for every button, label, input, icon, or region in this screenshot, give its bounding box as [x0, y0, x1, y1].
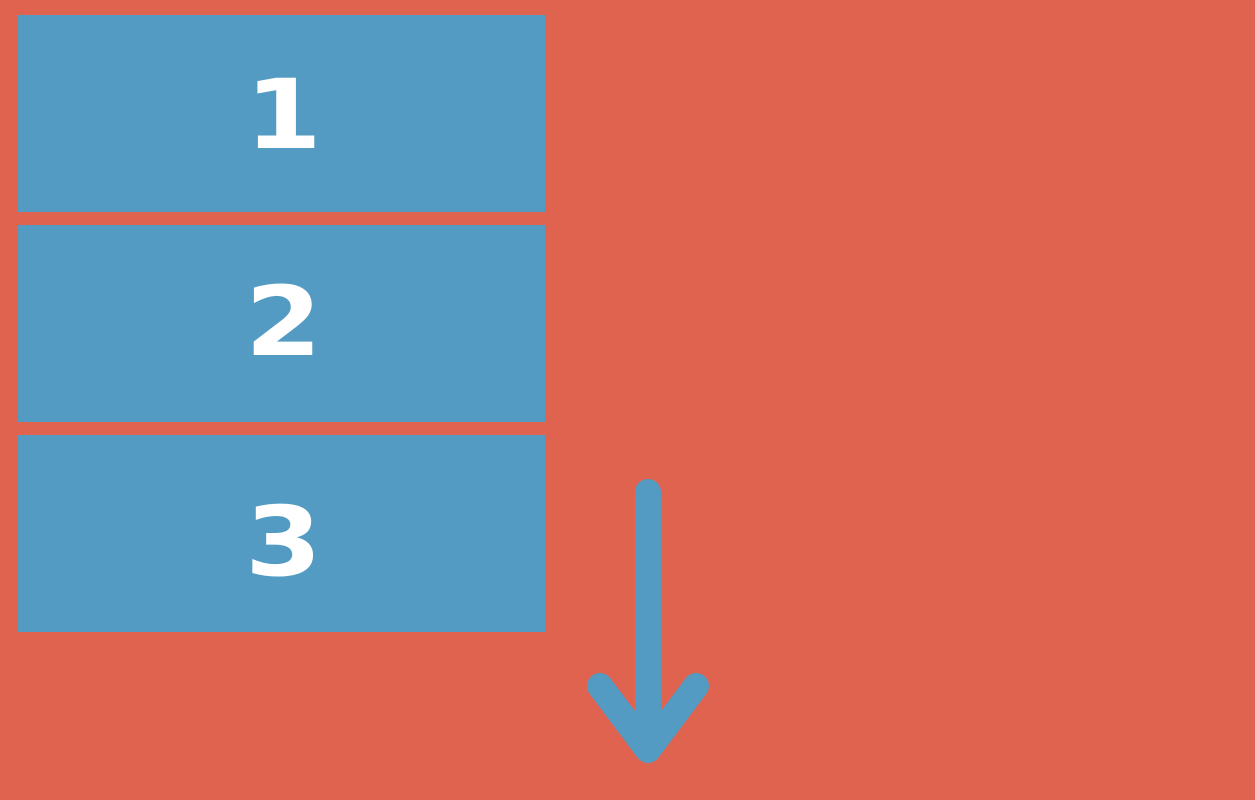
stack-item-3: 3	[18, 435, 545, 632]
stack-item-label: 3	[245, 485, 322, 598]
stack-item-label: 2	[245, 265, 322, 378]
stack-item-label: 1	[245, 58, 322, 171]
stack-item-2: 2	[18, 225, 545, 422]
stack-item-1: 1	[18, 15, 545, 212]
arrow-down-icon	[587, 479, 709, 763]
